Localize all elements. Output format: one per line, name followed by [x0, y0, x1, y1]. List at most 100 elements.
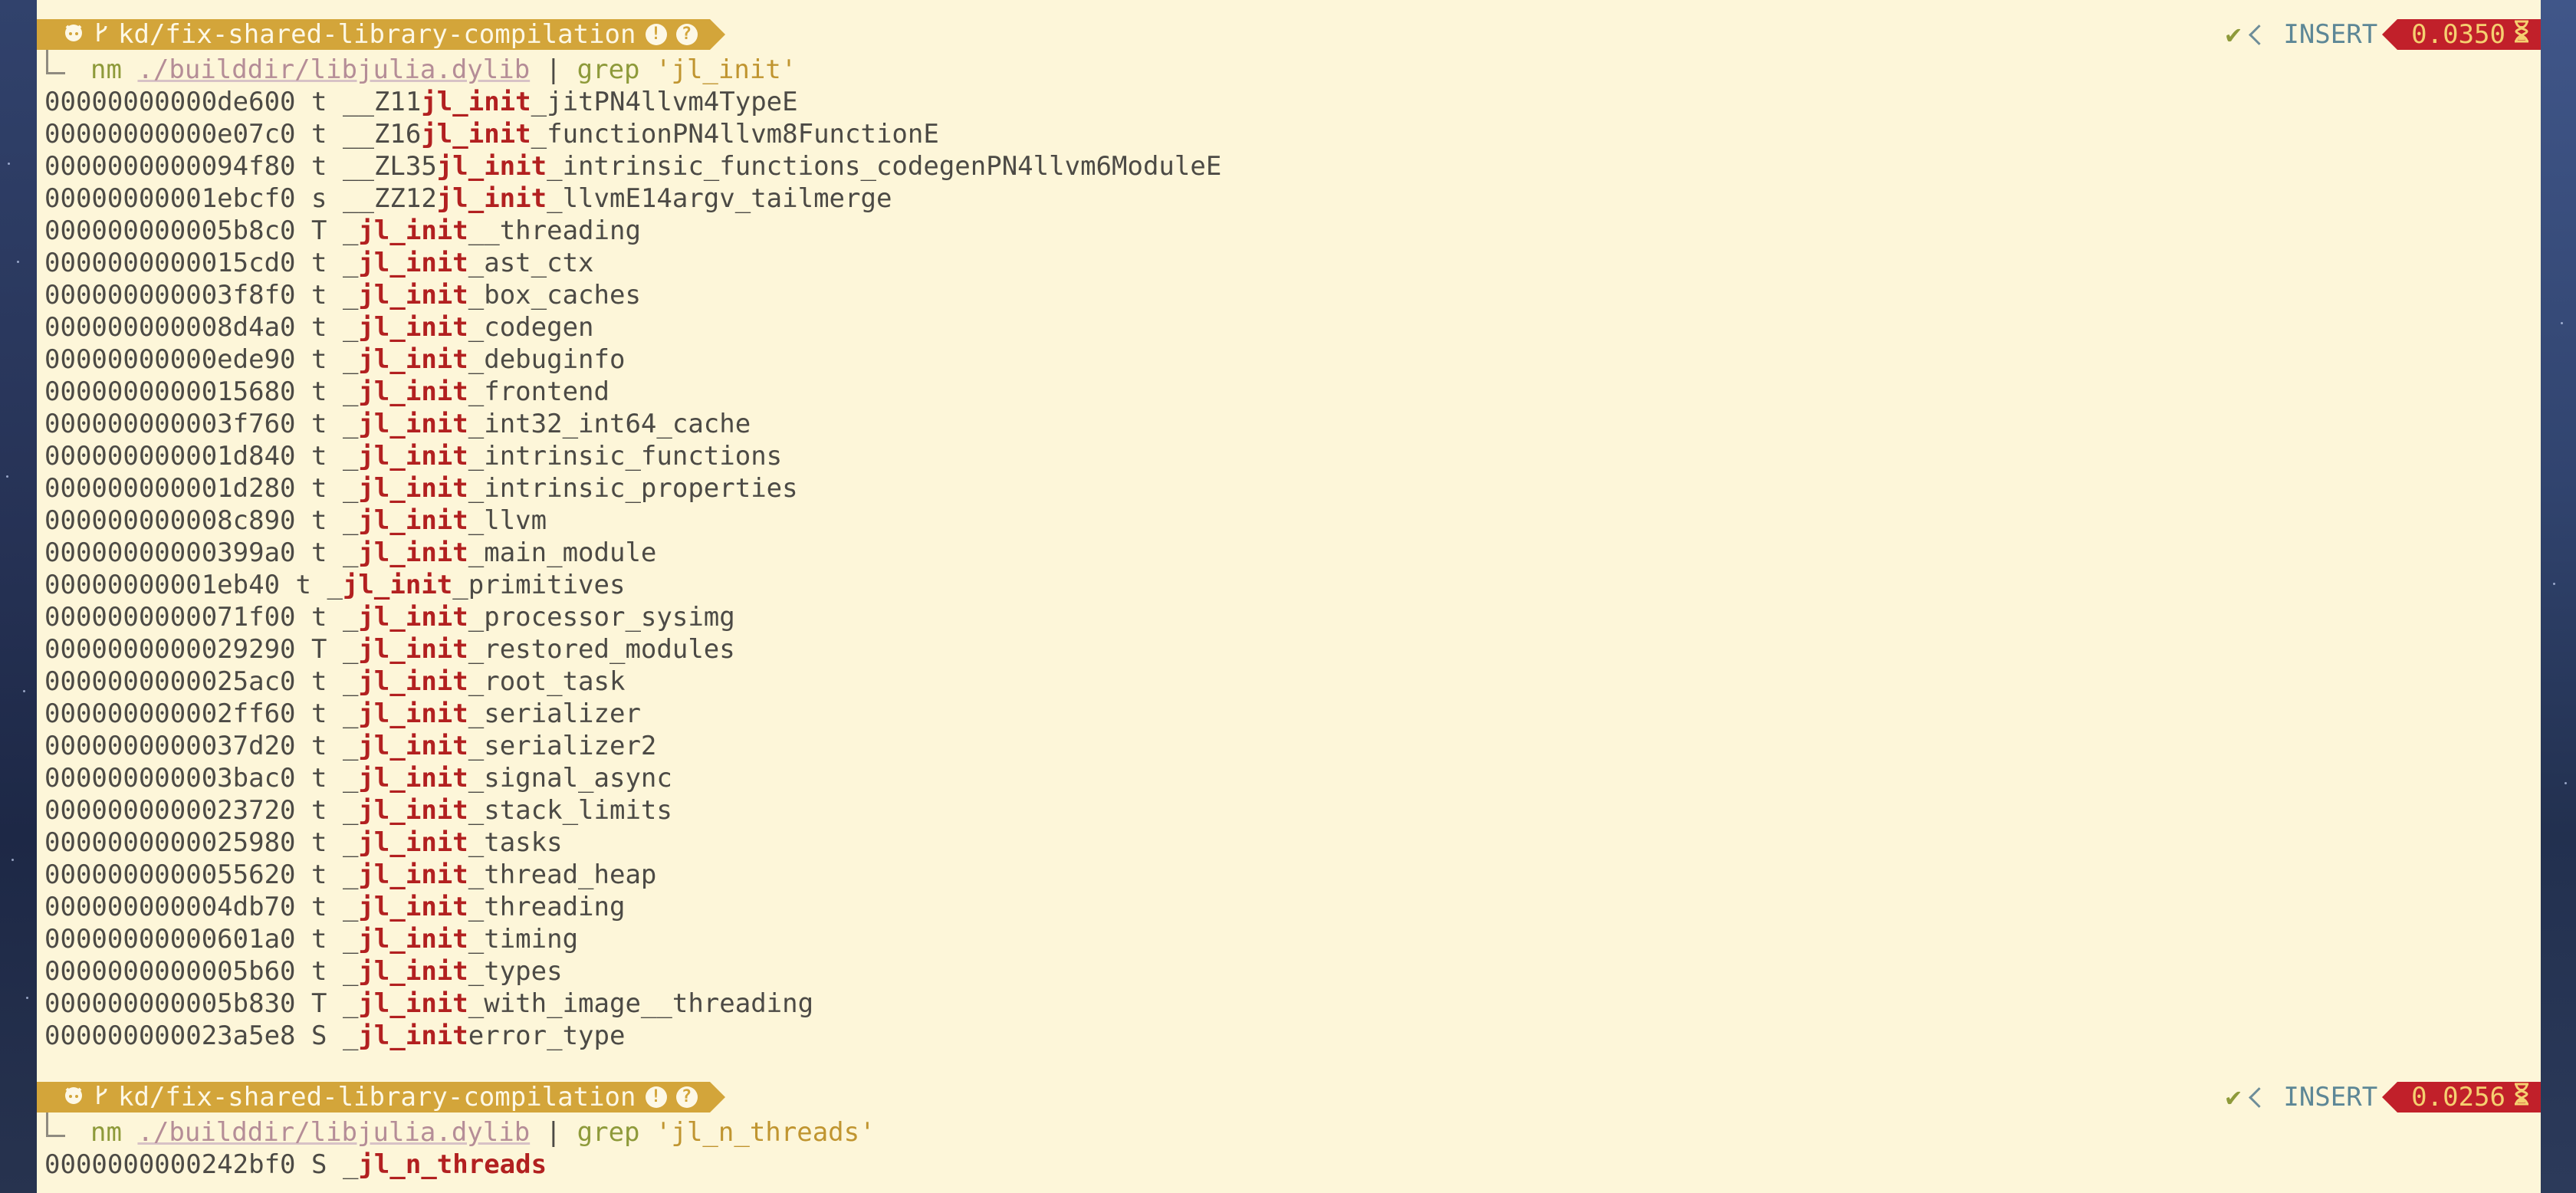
command-text[interactable]: nm ./builddir/libjulia.dylib | grep 'jl_… — [90, 54, 797, 86]
symbol-type: t — [311, 666, 327, 697]
command-line[interactable]: nm ./builddir/libjulia.dylib | grep 'jl_… — [37, 1116, 2541, 1149]
symbol-type: t — [311, 602, 327, 633]
symbol-match-highlight: jl_init — [358, 312, 468, 343]
symbol-match-highlight: jl_init — [358, 409, 468, 439]
output-line: 0000000000015cd0 t _jl_init_ast_ctx — [37, 247, 2541, 279]
symbol-prefix: _ — [342, 698, 359, 729]
symbol-address: 000000000001d280 — [44, 473, 296, 504]
symbol-suffix: _stack_limits — [468, 795, 672, 826]
output-line: 000000000004db70 t _jl_init_threading — [37, 891, 2541, 923]
symbol-type: t — [311, 859, 327, 890]
symbol-prefix: _ — [342, 859, 359, 890]
right-status: ✔ INSERT 0.0256 — [2226, 1082, 2541, 1112]
symbol-match-highlight: jl_init — [358, 473, 468, 504]
output-line: 00000000000ede90 t _jl_init_debuginfo — [37, 343, 2541, 376]
wallpaper-star — [2564, 782, 2567, 784]
symbol-match-highlight: jl_init — [436, 151, 547, 182]
git-segment[interactable]: kd/fix-shared-library-compilation!? — [37, 1082, 725, 1112]
terminal-window[interactable]: ~/G/PackageCompiler.jlkd/fix-shared-libr… — [37, 0, 2541, 1193]
symbol-address: 00000000000601a0 — [44, 924, 296, 955]
symbol-match-highlight: jl_init — [358, 859, 468, 890]
command-name: nm — [90, 1117, 122, 1148]
symbol-match-highlight: jl_init — [358, 441, 468, 472]
command-line[interactable]: nm ./builddir/libjulia.dylib | grep 'jl_… — [37, 54, 2541, 86]
symbol-address: 0000000000015cd0 — [44, 248, 296, 278]
symbol-type: S — [311, 1149, 327, 1180]
symbol-suffix: _serializer — [468, 698, 641, 729]
symbol-type: t — [311, 892, 327, 922]
symbol-prefix: _ — [342, 666, 359, 697]
symbol-match-highlight: jl_init — [436, 183, 547, 214]
symbol-address: 000000000001d840 — [44, 441, 296, 472]
symbol-suffix: _box_caches — [468, 280, 641, 311]
symbol-type: t — [311, 119, 327, 150]
symbol-type: t — [311, 87, 327, 117]
chevron-left-icon — [2249, 24, 2270, 45]
output-line: 000000000003bac0 t _jl_init_signal_async — [37, 762, 2541, 794]
chevron-left-icon — [2249, 1086, 2270, 1108]
symbol-address: 000000000023a5e8 — [44, 1020, 296, 1051]
output-line: 0000000000071f00 t _jl_init_processor_sy… — [37, 601, 2541, 633]
symbol-address: 0000000000025980 — [44, 827, 296, 858]
symbol-type: t — [311, 376, 327, 407]
output-line: 000000000002ff60 t _jl_init_serializer — [37, 698, 2541, 730]
symbol-match-highlight: jl_init — [358, 892, 468, 922]
symbol-type: t — [295, 570, 312, 600]
symbol-type: t — [311, 537, 327, 568]
command-path-arg[interactable]: ./builddir/libjulia.dylib — [137, 54, 530, 85]
symbol-address: 000000000003f8f0 — [44, 280, 296, 311]
output-line: 00000000000de600 t __Z11jl_init_jitPN4ll… — [37, 86, 2541, 118]
output-line: 000000000001d280 t _jl_init_intrinsic_pr… — [37, 472, 2541, 504]
symbol-suffix: __threading — [468, 215, 641, 246]
symbol-suffix: _main_module — [468, 537, 657, 568]
prompt-corner-bottom — [46, 54, 65, 74]
output-line: 0000000000242bf0 S _jl_n_threads — [37, 1149, 2541, 1181]
symbol-suffix: _llvm — [468, 505, 547, 536]
github-icon — [63, 1082, 84, 1112]
symbol-suffix: _frontend — [468, 376, 610, 407]
output-line: 0000000000025ac0 t _jl_init_root_task — [37, 666, 2541, 698]
symbol-address: 0000000000055620 — [44, 859, 296, 890]
symbol-prefix: _ — [342, 473, 359, 504]
prompt-block-2: ~/G/PackageCompiler.jlkd/fix-shared-libr… — [37, 1080, 2541, 1181]
symbol-address: 000000000008c890 — [44, 505, 296, 536]
success-check-icon: ✔ — [2225, 19, 2242, 50]
symbol-suffix: _intrinsic_functions — [468, 441, 783, 472]
grep-command: grep — [577, 54, 640, 85]
symbol-match-highlight: jl_init — [358, 924, 468, 955]
symbol-suffix: _ast_ctx — [468, 248, 594, 278]
symbol-suffix: _serializer2 — [468, 731, 657, 761]
symbol-address: 0000000000037d20 — [44, 731, 296, 761]
symbol-address: 000000000005b830 — [44, 988, 296, 1019]
symbol-address: 000000000002ff60 — [44, 698, 296, 729]
command-text[interactable]: nm ./builddir/libjulia.dylib | grep 'jl_… — [90, 1116, 876, 1149]
output-line: 00000000001eb40 t _jl_init_primitives — [37, 569, 2541, 601]
output-line: 000000000003f760 t _jl_init_int32_int64_… — [37, 408, 2541, 440]
output-line: 000000000003f8f0 t _jl_init_box_caches — [37, 279, 2541, 311]
symbol-suffix: _signal_async — [468, 763, 672, 794]
wallpaper-star — [12, 859, 14, 861]
execution-time: 0.0256 — [2411, 1082, 2505, 1112]
symbol-type: t — [311, 505, 327, 536]
output-line: 0000000000037d20 t _jl_init_serializer2 — [37, 730, 2541, 762]
symbol-address: 0000000000015680 — [44, 376, 296, 407]
symbol-suffix: error_type — [468, 1020, 626, 1051]
symbol-suffix: _intrinsic_properties — [468, 473, 798, 504]
symbol-prefix: _ — [342, 1020, 359, 1051]
command-path-arg[interactable]: ./builddir/libjulia.dylib — [137, 1117, 530, 1148]
wallpaper-star — [23, 690, 25, 692]
prompt-line: ~/G/PackageCompiler.jlkd/fix-shared-libr… — [37, 1080, 2541, 1119]
execution-time: 0.0350 — [2411, 19, 2505, 50]
symbol-type: S — [311, 1020, 327, 1051]
output-line: 00000000000601a0 t _jl_init_timing — [37, 923, 2541, 955]
symbol-match-highlight: jl_init — [358, 1020, 468, 1051]
symbol-prefix: _ — [342, 215, 359, 246]
output-line: 0000000000055620 t _jl_init_thread_heap — [37, 859, 2541, 891]
grep-pattern: 'jl_n_threads' — [656, 1117, 876, 1148]
git-dirty-icon: ! — [645, 24, 667, 45]
symbol-type: t — [311, 827, 327, 858]
git-segment[interactable]: kd/fix-shared-library-compilation!? — [37, 19, 725, 50]
output-line: 0000000000023720 t _jl_init_stack_limits — [37, 794, 2541, 827]
vi-mode-indicator: INSERT — [2283, 1082, 2378, 1112]
symbol-type: t — [311, 956, 327, 987]
